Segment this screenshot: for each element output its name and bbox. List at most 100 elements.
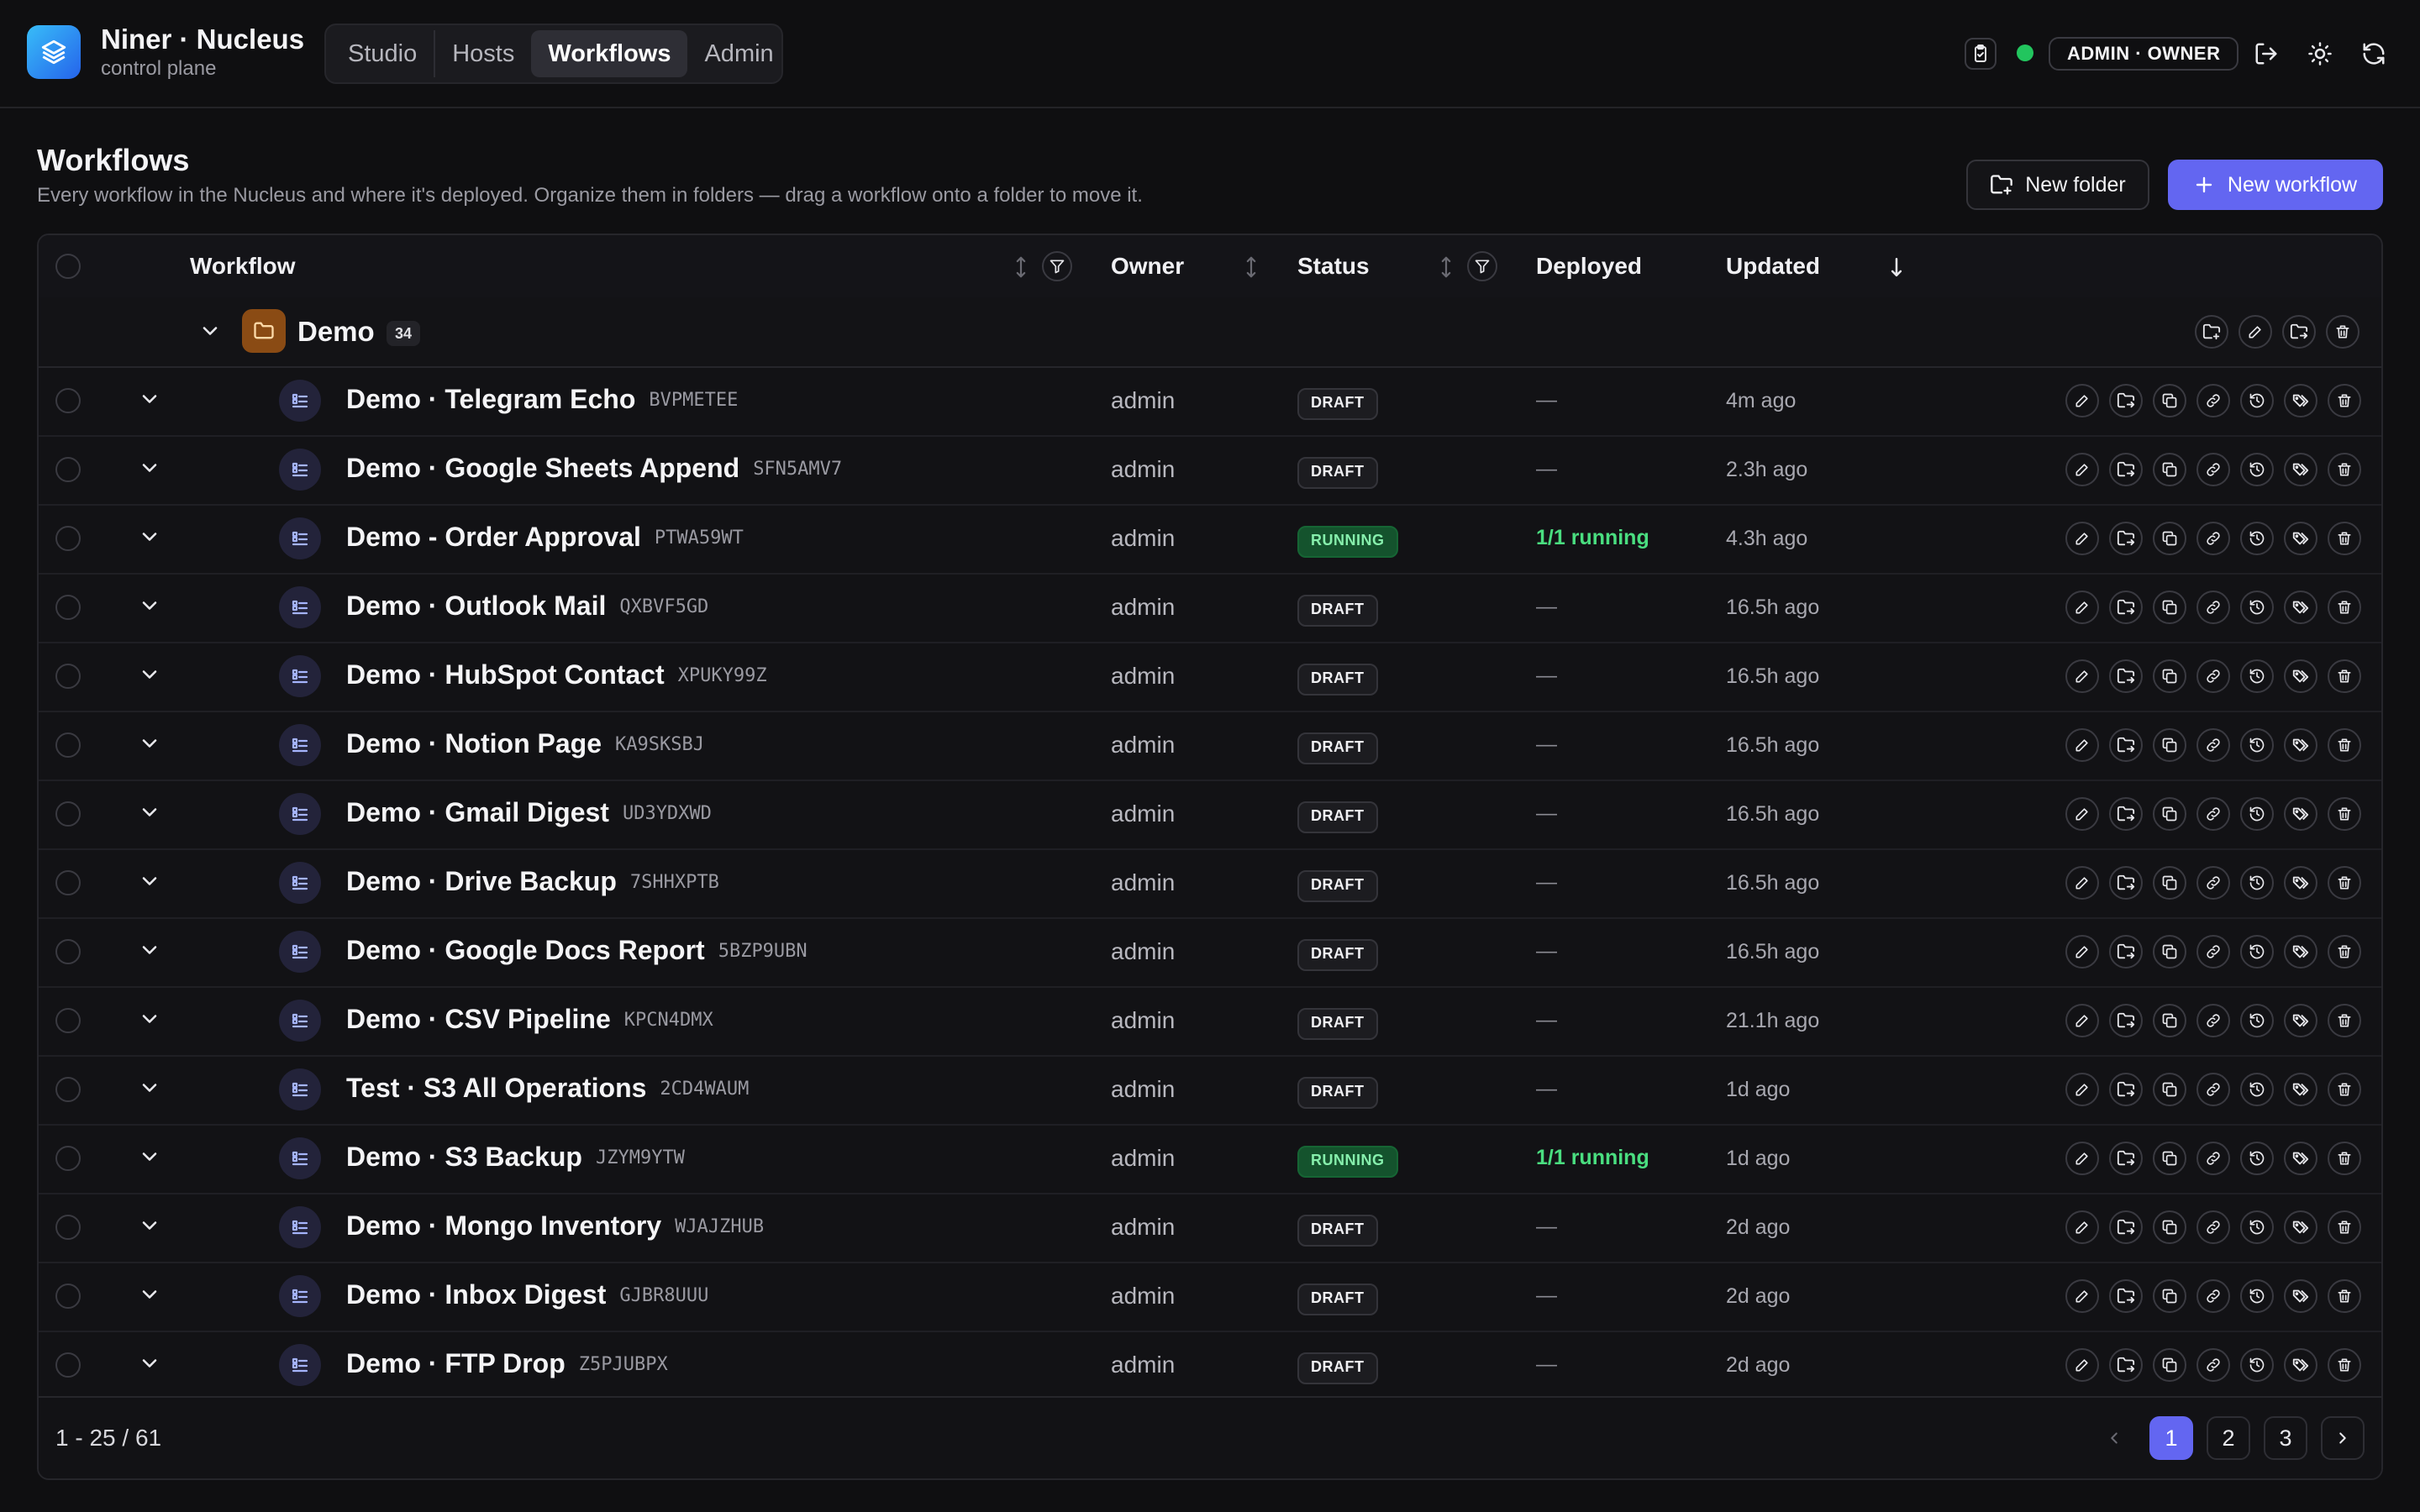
nav-tab-workflows[interactable]: Workflows: [531, 30, 688, 77]
duplicate-copy-icon[interactable]: [2153, 728, 2186, 762]
table-row[interactable]: Demo · Mongo Inventory WJAJZHUB admin DRAFT…: [39, 1193, 2381, 1263]
theme-toggle-sun-icon[interactable]: [2304, 38, 2336, 70]
history-icon[interactable]: [2240, 797, 2274, 831]
delete-trash-icon[interactable]: [2328, 1210, 2361, 1244]
history-icon[interactable]: [2240, 1073, 2274, 1106]
sort-icon[interactable]: [1244, 255, 1259, 279]
move-to-folder-icon[interactable]: [2109, 453, 2143, 486]
chevron-down-icon[interactable]: [138, 801, 161, 824]
chevron-down-icon[interactable]: [138, 1145, 161, 1168]
nav-tab-studio[interactable]: Studio: [331, 30, 436, 77]
edit-pencil-icon[interactable]: [2065, 1004, 2099, 1037]
chevron-down-icon[interactable]: [138, 1214, 161, 1237]
sort-desc-icon[interactable]: [1889, 255, 1904, 279]
copy-link-icon[interactable]: [2196, 935, 2230, 969]
tags-icon[interactable]: [2284, 591, 2317, 624]
chevron-down-icon[interactable]: [138, 1283, 161, 1306]
copy-link-icon[interactable]: [2196, 728, 2230, 762]
workflow-name[interactable]: Demo · CSV Pipeline KPCN4DMX: [346, 1004, 713, 1035]
chevron-down-icon[interactable]: [138, 663, 161, 686]
move-to-folder-icon[interactable]: [2109, 728, 2143, 762]
duplicate-copy-icon[interactable]: [2153, 935, 2186, 969]
row-select-checkbox[interactable]: [55, 1077, 81, 1102]
row-select-checkbox[interactable]: [55, 595, 81, 620]
tags-icon[interactable]: [2284, 1210, 2317, 1244]
workflow-name[interactable]: Demo - Order Approval PTWA59WT: [346, 522, 744, 553]
table-row[interactable]: Demo · CSV Pipeline KPCN4DMX admin DRAFT — 21…: [39, 986, 2381, 1057]
history-icon[interactable]: [2240, 728, 2274, 762]
workflow-name[interactable]: Demo · Mongo Inventory WJAJZHUB: [346, 1210, 764, 1242]
chevron-down-icon[interactable]: [138, 938, 161, 962]
duplicate-copy-icon[interactable]: [2153, 1073, 2186, 1106]
duplicate-copy-icon[interactable]: [2153, 522, 2186, 555]
select-all-checkbox[interactable]: [55, 254, 81, 279]
copy-link-icon[interactable]: [2196, 866, 2230, 900]
table-row[interactable]: Demo - Order Approval PTWA59WT admin RUNNIN…: [39, 504, 2381, 575]
workflow-name[interactable]: Demo · Gmail Digest UD3YDXWD: [346, 797, 712, 828]
history-icon[interactable]: [2240, 866, 2274, 900]
history-icon[interactable]: [2240, 522, 2274, 555]
row-select-checkbox[interactable]: [55, 732, 81, 758]
nav-tab-admin[interactable]: Admin: [687, 30, 790, 77]
tags-icon[interactable]: [2284, 797, 2317, 831]
edit-pencil-icon[interactable]: [2065, 522, 2099, 555]
edit-pencil-icon[interactable]: [2065, 453, 2099, 486]
move-to-folder-icon[interactable]: [2109, 1004, 2143, 1037]
workflow-name[interactable]: Demo · Google Docs Report 5BZP9UBN: [346, 935, 808, 966]
delete-trash-icon[interactable]: [2328, 1348, 2361, 1382]
table-row[interactable]: Demo · Google Docs Report 5BZP9UBN admin DR…: [39, 917, 2381, 988]
copy-link-icon[interactable]: [2196, 797, 2230, 831]
logout-icon[interactable]: [2250, 38, 2282, 70]
duplicate-copy-icon[interactable]: [2153, 1348, 2186, 1382]
move-to-folder-icon[interactable]: [2109, 1279, 2143, 1313]
column-header-workflow[interactable]: Workflow: [190, 253, 295, 280]
history-icon[interactable]: [2240, 384, 2274, 417]
edit-pencil-icon[interactable]: [2065, 659, 2099, 693]
move-to-folder-icon[interactable]: [2109, 591, 2143, 624]
move-to-folder-icon[interactable]: [2109, 1210, 2143, 1244]
chevron-down-icon[interactable]: [138, 594, 161, 617]
duplicate-copy-icon[interactable]: [2153, 866, 2186, 900]
page-button[interactable]: 1: [2149, 1416, 2193, 1460]
delete-trash-icon[interactable]: [2328, 797, 2361, 831]
workflow-name[interactable]: Demo · Inbox Digest GJBR8UUU: [346, 1279, 708, 1310]
move-to-folder-icon[interactable]: [2109, 1348, 2143, 1382]
table-row[interactable]: Demo · Outlook Mail QXBVF5GD admin DRAFT — 16…: [39, 573, 2381, 643]
column-header-deployed[interactable]: Deployed: [1536, 253, 1642, 280]
chevron-down-icon[interactable]: [138, 1352, 161, 1375]
edit-pencil-icon[interactable]: [2065, 1348, 2099, 1382]
table-row[interactable]: Demo · Drive Backup 7SHHXPTB admin DRAFT — 16…: [39, 848, 2381, 919]
nav-tab-hosts[interactable]: Hosts: [435, 30, 531, 77]
chevron-down-icon[interactable]: [138, 387, 161, 411]
row-select-checkbox[interactable]: [55, 939, 81, 964]
tags-icon[interactable]: [2284, 659, 2317, 693]
row-select-checkbox[interactable]: [55, 1352, 81, 1378]
move-to-folder-icon[interactable]: [2109, 522, 2143, 555]
row-select-checkbox[interactable]: [55, 1284, 81, 1309]
delete-trash-icon[interactable]: [2328, 935, 2361, 969]
move-to-folder-icon[interactable]: [2109, 1142, 2143, 1175]
duplicate-copy-icon[interactable]: [2153, 1004, 2186, 1037]
tags-icon[interactable]: [2284, 384, 2317, 417]
refresh-icon[interactable]: [2358, 38, 2390, 70]
row-select-checkbox[interactable]: [55, 1146, 81, 1171]
history-icon[interactable]: [2240, 1348, 2274, 1382]
table-row[interactable]: Demo · Notion Page KA9SKSBJ admin DRAFT — 16.…: [39, 711, 2381, 781]
delete-trash-icon[interactable]: [2328, 453, 2361, 486]
row-select-checkbox[interactable]: [55, 1008, 81, 1033]
history-icon[interactable]: [2240, 1142, 2274, 1175]
delete-trash-icon[interactable]: [2328, 659, 2361, 693]
row-select-checkbox[interactable]: [55, 526, 81, 551]
delete-trash-icon[interactable]: [2328, 591, 2361, 624]
table-row[interactable]: Test · S3 All Operations 2CD4WAUM admin DRA…: [39, 1055, 2381, 1126]
column-header-status[interactable]: Status: [1297, 253, 1370, 280]
workflow-name[interactable]: Test · S3 All Operations 2CD4WAUM: [346, 1073, 749, 1104]
tags-icon[interactable]: [2284, 522, 2317, 555]
duplicate-copy-icon[interactable]: [2153, 1279, 2186, 1313]
duplicate-copy-icon[interactable]: [2153, 797, 2186, 831]
history-icon[interactable]: [2240, 935, 2274, 969]
edit-pencil-icon[interactable]: [2065, 1073, 2099, 1106]
copy-link-icon[interactable]: [2196, 522, 2230, 555]
column-header-updated[interactable]: Updated: [1726, 253, 1820, 280]
delete-trash-icon[interactable]: [2328, 1073, 2361, 1106]
